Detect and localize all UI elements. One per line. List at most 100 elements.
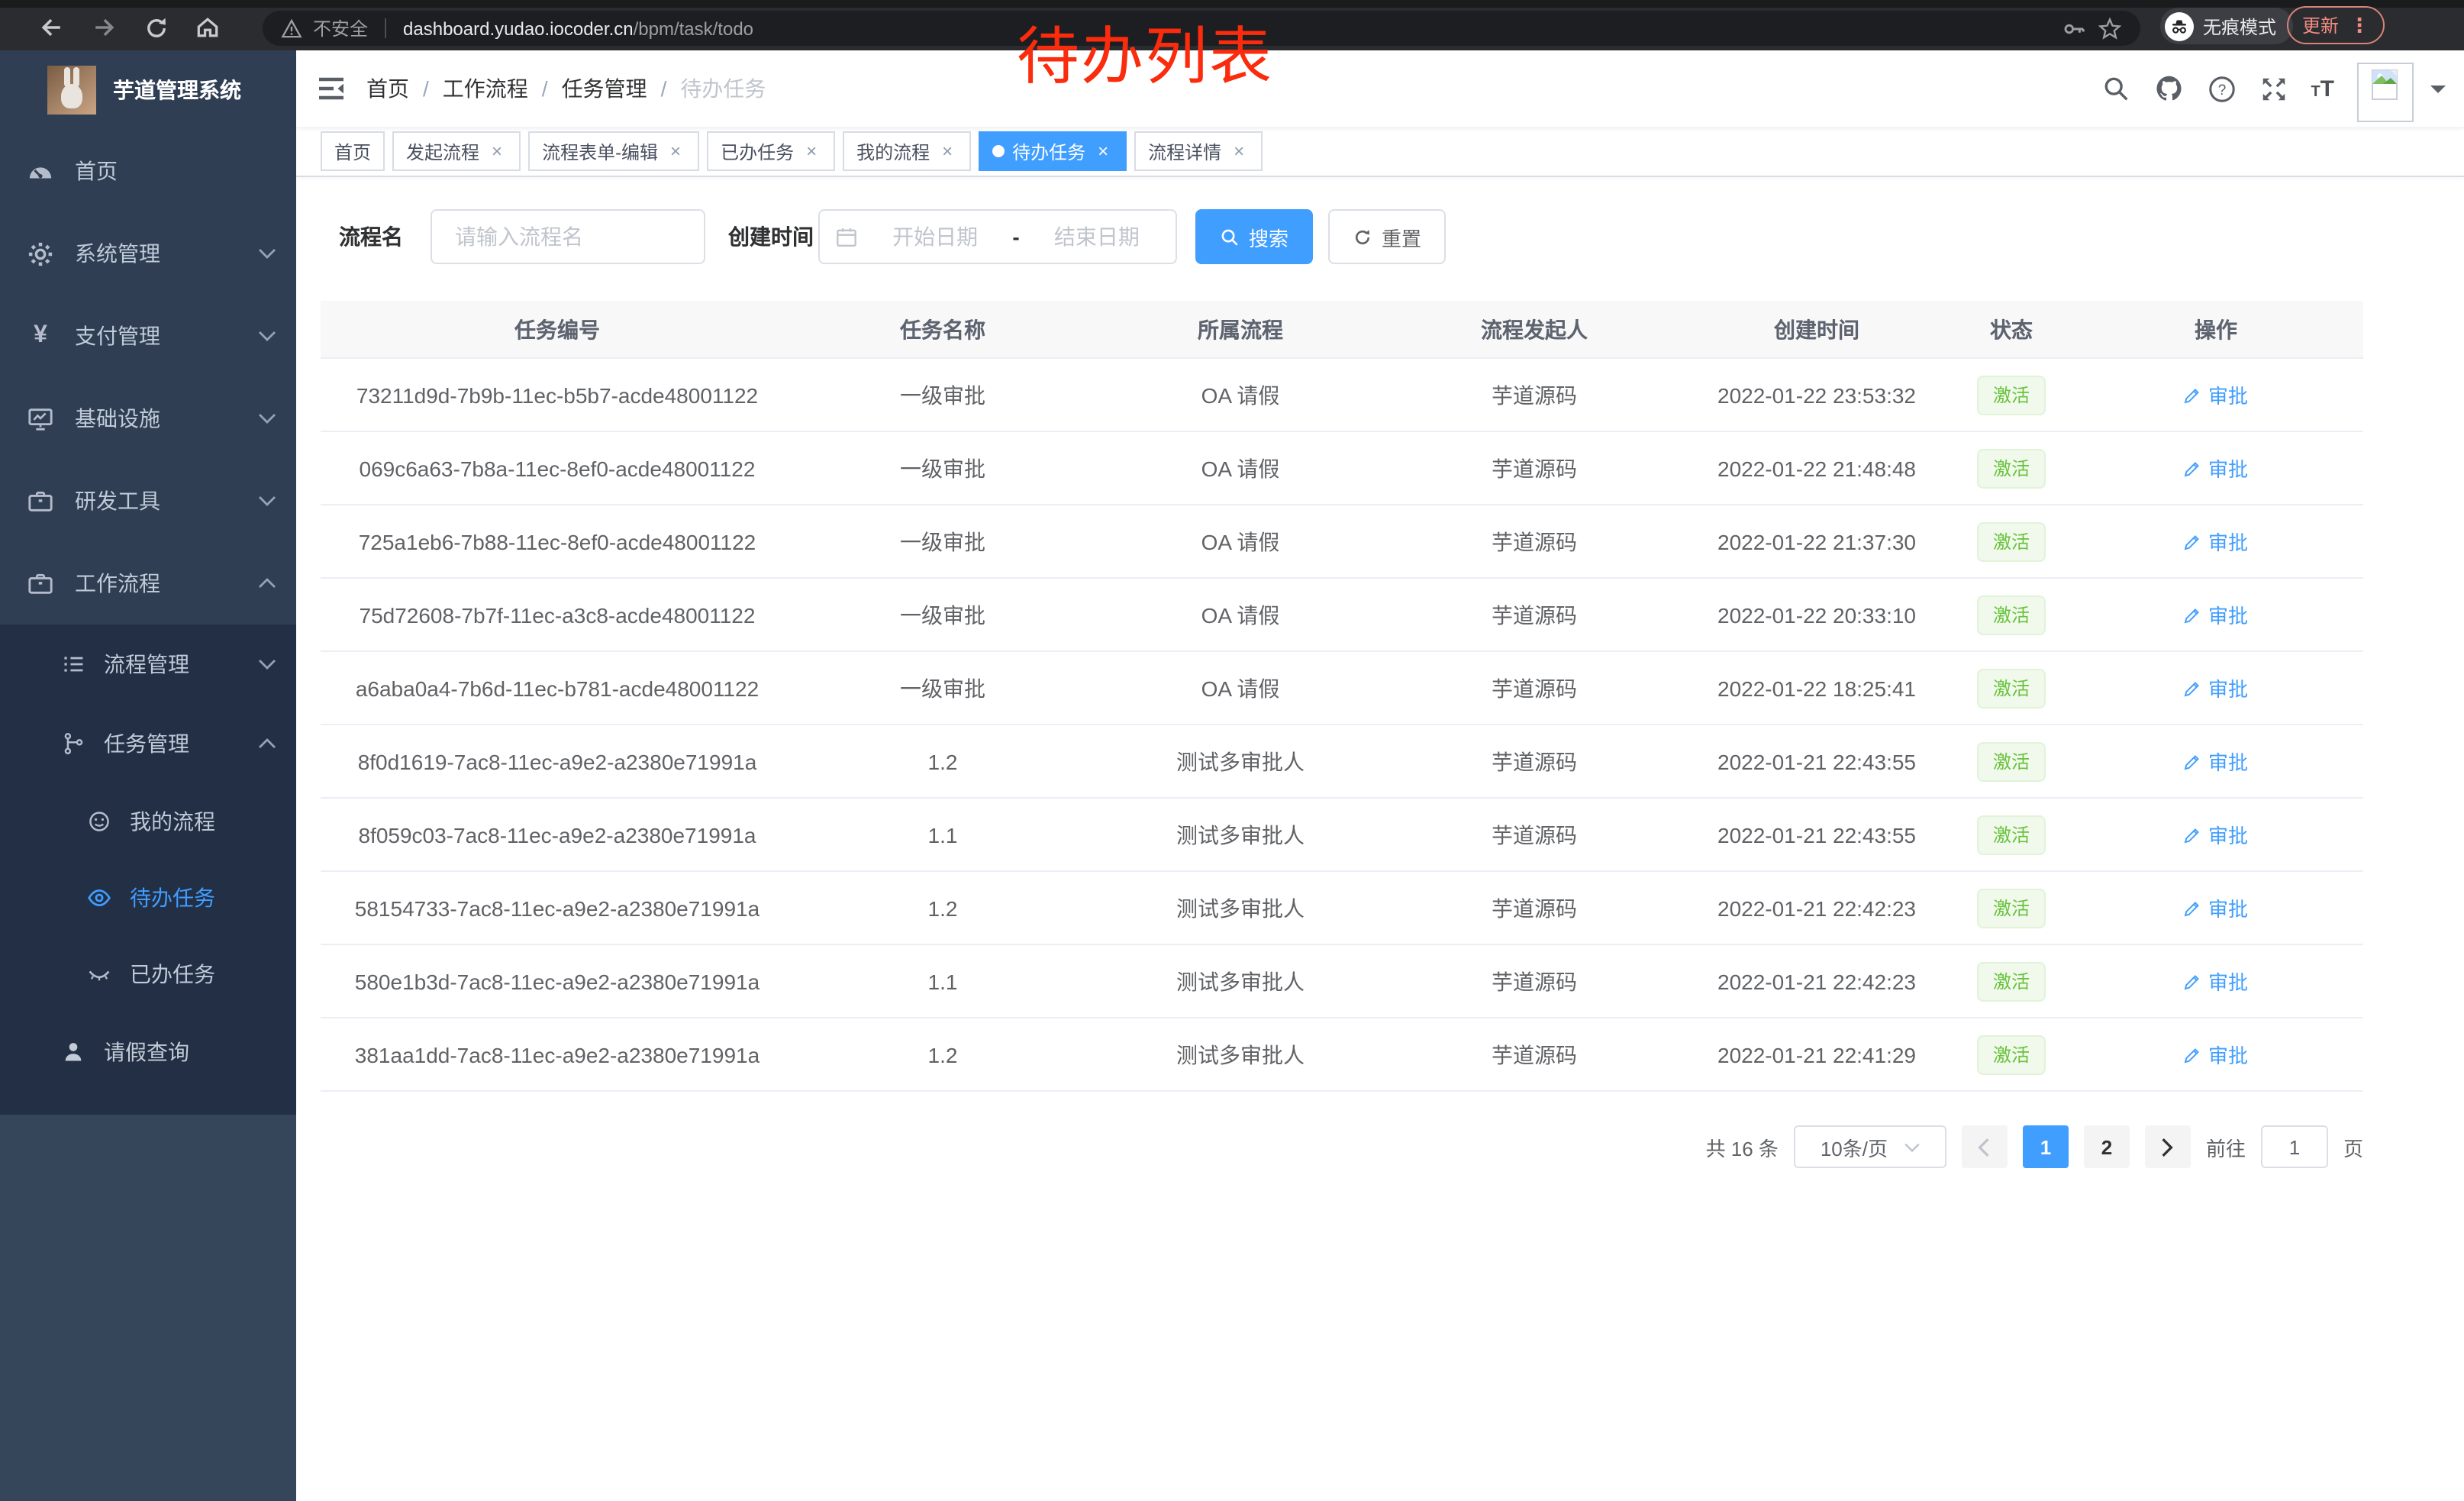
incognito-label: 无痕模式 bbox=[2203, 13, 2276, 39]
tab-home[interactable]: 首页 bbox=[321, 131, 385, 171]
tab-todo-tasks[interactable]: 待办任务× bbox=[979, 131, 1127, 171]
workflow-submenu: 流程管理 任务管理 我的流程 待办任务 bbox=[0, 625, 296, 1115]
table-row: 725a1eb6-7b88-11ec-8ef0-acde48001122 一级审… bbox=[321, 505, 2363, 579]
goto-page-input[interactable] bbox=[2261, 1125, 2328, 1168]
browser-back-button[interactable] bbox=[37, 12, 67, 43]
approve-link[interactable]: 审批 bbox=[2184, 967, 2248, 996]
sidebar-item-devtools[interactable]: 研发工具 bbox=[0, 460, 296, 542]
approve-link[interactable]: 审批 bbox=[2184, 747, 2248, 776]
sidebar: 芋道管理系统 首页 系统管理 ¥ 支付管理 bbox=[0, 50, 296, 1501]
task-id: 58154733-7ac8-11ec-a9e2-a2380e71991a bbox=[321, 896, 794, 920]
close-icon[interactable]: × bbox=[937, 141, 957, 161]
prev-page-button[interactable] bbox=[1962, 1125, 2008, 1168]
start-date-placeholder[interactable]: 开始日期 bbox=[872, 221, 998, 252]
avatar[interactable] bbox=[2357, 63, 2414, 122]
tab-my-process[interactable]: 我的流程× bbox=[843, 131, 971, 171]
task-id: 580e1b3d-7ac8-11ec-a9e2-a2380e71991a bbox=[321, 969, 794, 993]
sidebar-item-home[interactable]: 首页 bbox=[0, 130, 296, 212]
process-starter: 芋道源码 bbox=[1389, 966, 1679, 996]
close-icon[interactable]: × bbox=[1093, 141, 1113, 161]
avatar-caret-icon[interactable] bbox=[2430, 86, 2446, 101]
browser-menu-icon[interactable]: ⋮ bbox=[2350, 13, 2369, 37]
approve-link[interactable]: 审批 bbox=[2184, 673, 2248, 702]
sidebar-item-system[interactable]: 系统管理 bbox=[0, 212, 296, 295]
sidebar-item-done-tasks[interactable]: 已办任务 bbox=[0, 936, 296, 1012]
approve-link[interactable]: 审批 bbox=[2184, 1040, 2248, 1069]
status-badge: 激活 bbox=[1978, 1035, 2045, 1074]
edit-pen-icon bbox=[2184, 899, 2202, 917]
sidebar-item-my-process[interactable]: 我的流程 bbox=[0, 783, 296, 860]
approve-link[interactable]: 审批 bbox=[2184, 893, 2248, 922]
search-icon[interactable] bbox=[2101, 74, 2130, 103]
table-row: 8f0d1619-7ac8-11ec-a9e2-a2380e71991a 1.2… bbox=[321, 725, 2363, 799]
end-date-placeholder[interactable]: 结束日期 bbox=[1034, 221, 1160, 252]
breadcrumb-item[interactable]: 任务管理 bbox=[562, 73, 647, 104]
create-time: 2022-01-22 21:48:48 bbox=[1679, 456, 1954, 480]
page-button-1[interactable]: 1 bbox=[2023, 1125, 2069, 1168]
approve-link[interactable]: 审批 bbox=[2184, 454, 2248, 483]
tab-process-form-edit[interactable]: 流程表单-编辑× bbox=[528, 131, 699, 171]
total-count-label: 共 16 条 bbox=[1706, 1132, 1779, 1161]
home-icon bbox=[194, 14, 221, 41]
approve-link[interactable]: 审批 bbox=[2184, 820, 2248, 849]
navbar-actions: ? TT bbox=[2101, 55, 2446, 122]
status-cell: 激活 bbox=[1954, 668, 2069, 708]
next-page-button[interactable] bbox=[2145, 1125, 2191, 1168]
status-cell: 激活 bbox=[1954, 888, 2069, 928]
table-row: 75d72608-7b7f-11ec-a3c8-acde48001122 一级审… bbox=[321, 579, 2363, 652]
sidebar-item-label: 首页 bbox=[75, 156, 276, 186]
approve-link[interactable]: 审批 bbox=[2184, 600, 2248, 629]
password-key-icon[interactable] bbox=[2062, 16, 2087, 40]
edit-pen-icon bbox=[2184, 972, 2202, 990]
fullscreen-icon[interactable] bbox=[2259, 74, 2288, 103]
edit-pen-icon bbox=[2184, 532, 2202, 550]
tab-start-process[interactable]: 发起流程× bbox=[392, 131, 521, 171]
sidebar-item-task-mgmt[interactable]: 任务管理 bbox=[0, 704, 296, 783]
sidebar-item-todo-tasks[interactable]: 待办任务 bbox=[0, 860, 296, 936]
page-button-2[interactable]: 2 bbox=[2084, 1125, 2130, 1168]
actions-cell: 审批 bbox=[2069, 893, 2363, 922]
close-icon[interactable]: × bbox=[1229, 141, 1249, 161]
process-name-input[interactable] bbox=[431, 209, 705, 264]
close-icon[interactable]: × bbox=[666, 141, 685, 161]
pagination: 共 16 条 10条/页 1 2 前往 页 bbox=[321, 1125, 2363, 1168]
sidebar-item-workflow[interactable]: 工作流程 bbox=[0, 542, 296, 625]
chevron-right-icon bbox=[2161, 1137, 2175, 1157]
reset-button[interactable]: 重置 bbox=[1328, 209, 1446, 264]
tab-process-detail[interactable]: 流程详情× bbox=[1134, 131, 1263, 171]
date-range-picker[interactable]: 开始日期 - 结束日期 bbox=[818, 209, 1177, 264]
sidebar-collapse-button[interactable] bbox=[316, 73, 347, 104]
github-icon[interactable] bbox=[2153, 73, 2184, 104]
sidebar-item-leave-query[interactable]: 请假查询 bbox=[0, 1012, 296, 1092]
approve-label: 审批 bbox=[2208, 454, 2248, 483]
help-icon[interactable]: ? bbox=[2207, 74, 2236, 103]
tab-done-tasks[interactable]: 已办任务× bbox=[707, 131, 835, 171]
table-row: 73211d9d-7b9b-11ec-b5b7-acde48001122 一级审… bbox=[321, 359, 2363, 432]
font-size-icon[interactable]: TT bbox=[2311, 77, 2334, 100]
browser-home-button[interactable] bbox=[192, 12, 223, 43]
sidebar-item-infra[interactable]: 基础设施 bbox=[0, 377, 296, 460]
table-row: 381aa1dd-7ac8-11ec-a9e2-a2380e71991a 1.2… bbox=[321, 1018, 2363, 1092]
process-name: 测试多审批人 bbox=[1092, 893, 1389, 923]
chevron-up-icon bbox=[258, 577, 276, 589]
close-icon[interactable]: × bbox=[801, 141, 821, 161]
app-logo-row[interactable]: 芋道管理系统 bbox=[0, 50, 296, 130]
sidebar-item-payment[interactable]: ¥ 支付管理 bbox=[0, 295, 296, 377]
approve-link[interactable]: 审批 bbox=[2184, 380, 2248, 409]
page-size-select[interactable]: 10条/页 bbox=[1794, 1125, 1946, 1168]
browser-reload-button[interactable] bbox=[140, 12, 171, 43]
incognito-icon bbox=[2165, 11, 2194, 40]
column-header: 任务名称 bbox=[794, 314, 1092, 344]
close-icon[interactable]: × bbox=[487, 141, 507, 161]
column-header: 任务编号 bbox=[321, 314, 794, 344]
browser-forward-button[interactable] bbox=[89, 12, 119, 43]
breadcrumb-item[interactable]: 工作流程 bbox=[443, 73, 528, 104]
sidebar-item-process-mgmt[interactable]: 流程管理 bbox=[0, 625, 296, 704]
approve-link[interactable]: 审批 bbox=[2184, 527, 2248, 556]
bookmark-star-icon[interactable] bbox=[2098, 16, 2122, 40]
breadcrumb-item[interactable]: 首页 bbox=[366, 73, 409, 104]
search-button[interactable]: 搜索 bbox=[1195, 209, 1313, 264]
breadcrumb-separator: / bbox=[542, 76, 548, 101]
create-time-label: 创建时间 bbox=[728, 221, 814, 252]
browser-update-button[interactable]: 更新 ⋮ bbox=[2287, 6, 2385, 44]
